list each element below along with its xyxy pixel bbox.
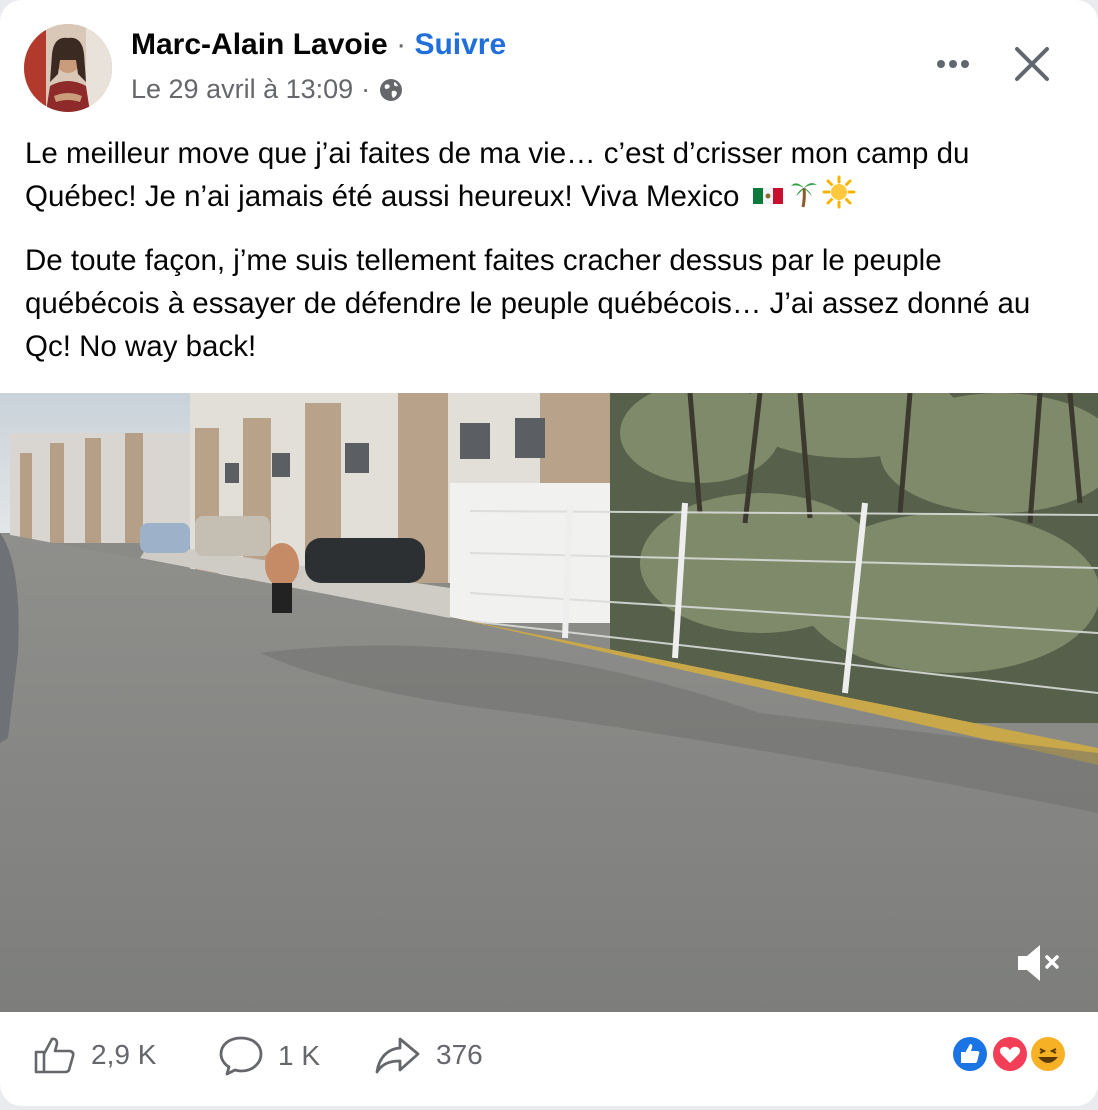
meta-separator: · — [361, 74, 371, 104]
share-icon — [375, 1037, 420, 1074]
post-meta: Le 29 avril à 13:09 · — [131, 74, 404, 105]
post-paragraph-2: De toute façon, j’me suis tellement fait… — [25, 244, 1031, 364]
author-avatar[interactable] — [24, 24, 112, 112]
author-line: Marc-Alain Lavoie · Suivre — [131, 28, 506, 62]
comment-icon — [219, 1036, 263, 1076]
mute-button[interactable] — [1014, 940, 1064, 986]
like-icon — [34, 1037, 75, 1074]
reactions-summary[interactable] — [948, 1033, 1072, 1075]
post-video[interactable] — [0, 393, 1098, 1012]
post-paragraph-1: Le meilleur move que j’ai faites de ma v… — [25, 132, 1075, 221]
more-icon — [937, 60, 969, 68]
comment-count: 1 K — [278, 1040, 321, 1071]
post-text: Le meilleur move que j’ai faites de ma v… — [25, 132, 1075, 386]
love-reaction-icon — [991, 1035, 1029, 1073]
video-frame — [0, 393, 1098, 1012]
haha-reaction-icon — [1029, 1035, 1067, 1073]
sun-icon — [822, 175, 856, 221]
author-name[interactable]: Marc-Alain Lavoie — [131, 28, 388, 61]
share-count: 376 — [436, 1039, 483, 1070]
globe-icon — [378, 77, 404, 103]
post-timestamp[interactable]: Le 29 avril à 13:09 — [131, 74, 353, 105]
follow-button[interactable]: Suivre — [414, 28, 506, 61]
comment-action[interactable]: 1 K — [218, 1035, 320, 1077]
close-icon — [1015, 47, 1049, 81]
more-options-button[interactable] — [930, 46, 976, 82]
palm-tree-icon — [790, 176, 818, 220]
author-separator: · — [396, 28, 407, 61]
close-button[interactable] — [1010, 42, 1054, 86]
post-card: Marc-Alain Lavoie · Suivre Le 29 avril à… — [0, 0, 1098, 1106]
share-action[interactable]: 376 — [374, 1035, 483, 1075]
like-count: 2,9 K — [91, 1039, 157, 1070]
speaker-muted-icon — [1018, 945, 1059, 981]
mexico-flag-icon — [752, 177, 786, 220]
like-reaction-icon — [951, 1035, 989, 1073]
like-action[interactable]: 2,9 K — [33, 1035, 156, 1075]
